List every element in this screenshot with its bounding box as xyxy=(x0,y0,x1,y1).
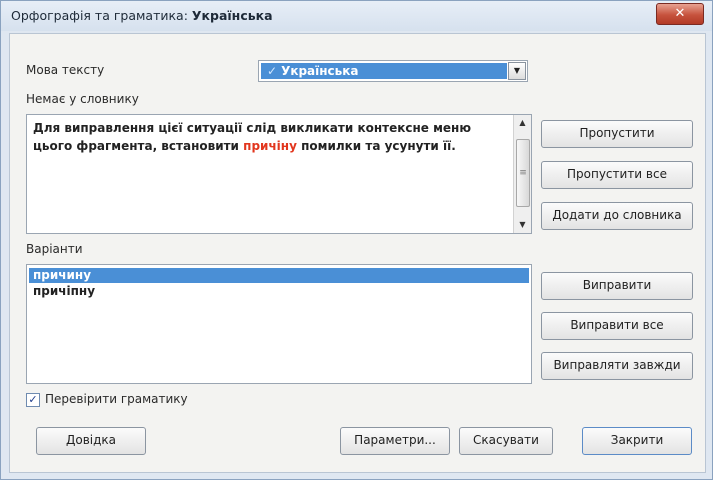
variant-item[interactable]: причину xyxy=(29,268,529,283)
sentence-text: Для виправлення цієї ситуації слід викли… xyxy=(33,121,471,153)
spellcheck-dialog: Орфографія та граматика: Українська ✕ Мо… xyxy=(0,0,713,480)
close-window-button[interactable]: ✕ xyxy=(656,3,704,25)
not-in-dictionary-label: Немає у словнику xyxy=(26,92,139,106)
dialog-title: Орфографія та граматика: Українська xyxy=(11,8,273,23)
dialog-body: Мова тексту ✓ Українська ▼ Немає у словни… xyxy=(9,33,706,473)
error-word: причіну xyxy=(243,139,297,153)
skip-button[interactable]: Пропустити xyxy=(541,120,693,148)
cancel-button[interactable]: Скасувати xyxy=(459,427,553,455)
language-label: Мова тексту xyxy=(26,63,105,77)
scroll-down-icon[interactable]: ▼ xyxy=(514,217,531,233)
spellcheck-flag-icon: ✓ xyxy=(267,64,278,78)
title-bar[interactable]: Орфографія та граматика: Українська ✕ xyxy=(1,1,712,31)
variants-label: Варіанти xyxy=(26,242,83,256)
options-button[interactable]: Параметри... xyxy=(340,427,450,455)
grammar-check-label[interactable]: Перевірити граматику xyxy=(45,392,188,406)
grammar-checkbox[interactable]: ✓ xyxy=(26,393,40,407)
close-button[interactable]: Закрити xyxy=(582,427,692,455)
language-dropdown[interactable]: ✓ Українська ▼ xyxy=(258,60,528,82)
correct-all-button[interactable]: Виправити все xyxy=(541,312,693,340)
chevron-down-icon[interactable]: ▼ xyxy=(508,62,526,80)
scroll-thumb[interactable]: ≡ xyxy=(516,139,530,207)
scroll-up-icon[interactable]: ▲ xyxy=(514,115,531,131)
sentence-scrollbar[interactable]: ▲ ≡ ▼ xyxy=(513,115,531,233)
language-selected: ✓ Українська xyxy=(261,63,507,79)
correct-button[interactable]: Виправити xyxy=(541,272,693,300)
variants-list[interactable]: причину причіпну xyxy=(26,264,532,384)
variant-item[interactable]: причіпну xyxy=(29,284,529,299)
always-correct-button[interactable]: Виправляти завжди xyxy=(541,352,693,380)
close-icon: ✕ xyxy=(674,6,686,21)
skip-all-button[interactable]: Пропустити все xyxy=(541,161,693,189)
add-to-dictionary-button[interactable]: Додати до словника xyxy=(541,202,693,230)
help-button[interactable]: Довідка xyxy=(36,427,146,455)
sentence-textbox[interactable]: Для виправлення цієї ситуації слід викли… xyxy=(26,114,532,234)
